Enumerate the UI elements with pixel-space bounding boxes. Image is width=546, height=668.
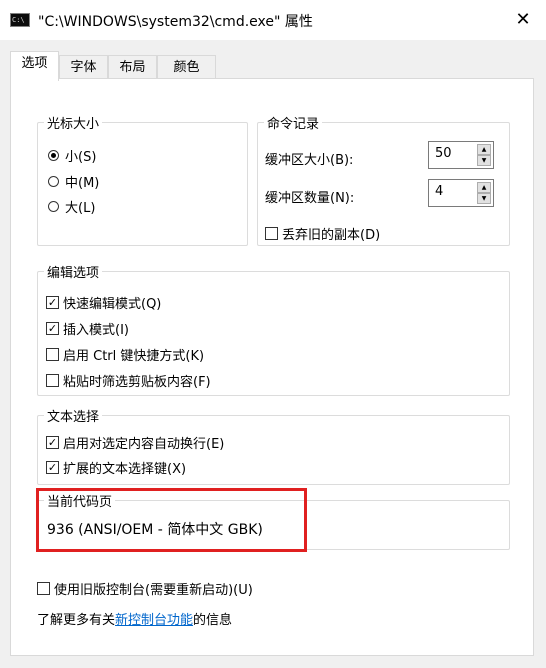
ctrl-shortcuts-label[interactable]: 启用 Ctrl 键快捷方式(K): [63, 345, 204, 364]
filter-clipboard-label[interactable]: 粘贴时筛选剪贴板内容(F): [63, 371, 211, 390]
legacy-console-checkbox[interactable]: [37, 582, 50, 595]
discard-old-label[interactable]: 丢弃旧的副本(D): [282, 224, 380, 243]
buffer-size-spin-buttons: ▲ ▼: [477, 144, 491, 166]
ctrl-shortcuts-checkbox[interactable]: [46, 348, 59, 361]
spin-down-icon[interactable]: ▼: [477, 155, 491, 166]
learn-more-prefix: 了解更多有关: [37, 613, 116, 628]
learn-more-suffix: 的信息: [193, 613, 233, 628]
radio-cursor-medium[interactable]: [48, 176, 59, 187]
insert-mode-label[interactable]: 插入模式(I): [63, 319, 129, 338]
new-console-features-link[interactable]: 新控制台功能: [115, 613, 193, 628]
edit-options-legend: 编辑选项: [44, 262, 103, 281]
quick-edit-checkbox[interactable]: ✓: [46, 296, 59, 309]
spin-up-icon[interactable]: ▲: [477, 182, 491, 193]
buffer-count-stepper[interactable]: 4 ▲ ▼: [428, 179, 494, 207]
extended-selection-keys-label[interactable]: 扩展的文本选择键(X): [63, 458, 186, 477]
radio-cursor-large-label[interactable]: 大(L): [65, 197, 95, 216]
title-bar: C:\ "C:\WINDOWS\system32\cmd.exe" 属性 ✕: [0, 0, 546, 40]
buffer-size-stepper[interactable]: 50 ▲ ▼: [428, 141, 494, 169]
radio-cursor-medium-label[interactable]: 中(M): [65, 172, 99, 191]
filter-clipboard-checkbox[interactable]: [46, 374, 59, 387]
line-wrap-selection-checkbox[interactable]: ✓: [46, 436, 59, 449]
insert-mode-checkbox[interactable]: ✓: [46, 322, 59, 335]
radio-cursor-small[interactable]: [48, 150, 59, 161]
window-title: "C:\WINDOWS\system32\cmd.exe" 属性: [38, 14, 313, 30]
code-page-highlight: [36, 488, 307, 552]
quick-edit-label[interactable]: 快速编辑模式(Q): [63, 293, 161, 312]
tab-options[interactable]: 选项: [10, 51, 59, 81]
buffer-count-value[interactable]: 4: [435, 184, 443, 199]
cmd-icon: C:\: [10, 13, 30, 27]
buffer-count-spin-buttons: ▲ ▼: [477, 182, 491, 204]
discard-old-checkbox[interactable]: [265, 227, 278, 240]
properties-window: C:\ "C:\WINDOWS\system32\cmd.exe" 属性 ✕ 选…: [0, 0, 546, 668]
buffer-count-label: 缓冲区数量(N):: [265, 191, 355, 206]
command-history-legend: 命令记录: [264, 113, 323, 132]
close-button[interactable]: ✕: [508, 6, 538, 34]
extended-selection-keys-checkbox[interactable]: ✓: [46, 461, 59, 474]
line-wrap-selection-label[interactable]: 启用对选定内容自动换行(E): [63, 433, 224, 452]
legacy-console-label[interactable]: 使用旧版控制台(需要重新启动)(U): [54, 579, 253, 598]
radio-cursor-large[interactable]: [48, 201, 59, 212]
buffer-size-label: 缓冲区大小(B):: [265, 153, 354, 168]
learn-more-text: 了解更多有关新控制台功能的信息: [37, 609, 232, 628]
buffer-size-value[interactable]: 50: [435, 146, 452, 161]
cursor-size-legend: 光标大小: [44, 113, 103, 132]
spin-up-icon[interactable]: ▲: [477, 144, 491, 155]
radio-cursor-small-label[interactable]: 小(S): [65, 146, 96, 165]
spin-down-icon[interactable]: ▼: [477, 193, 491, 204]
text-selection-legend: 文本选择: [44, 406, 103, 425]
